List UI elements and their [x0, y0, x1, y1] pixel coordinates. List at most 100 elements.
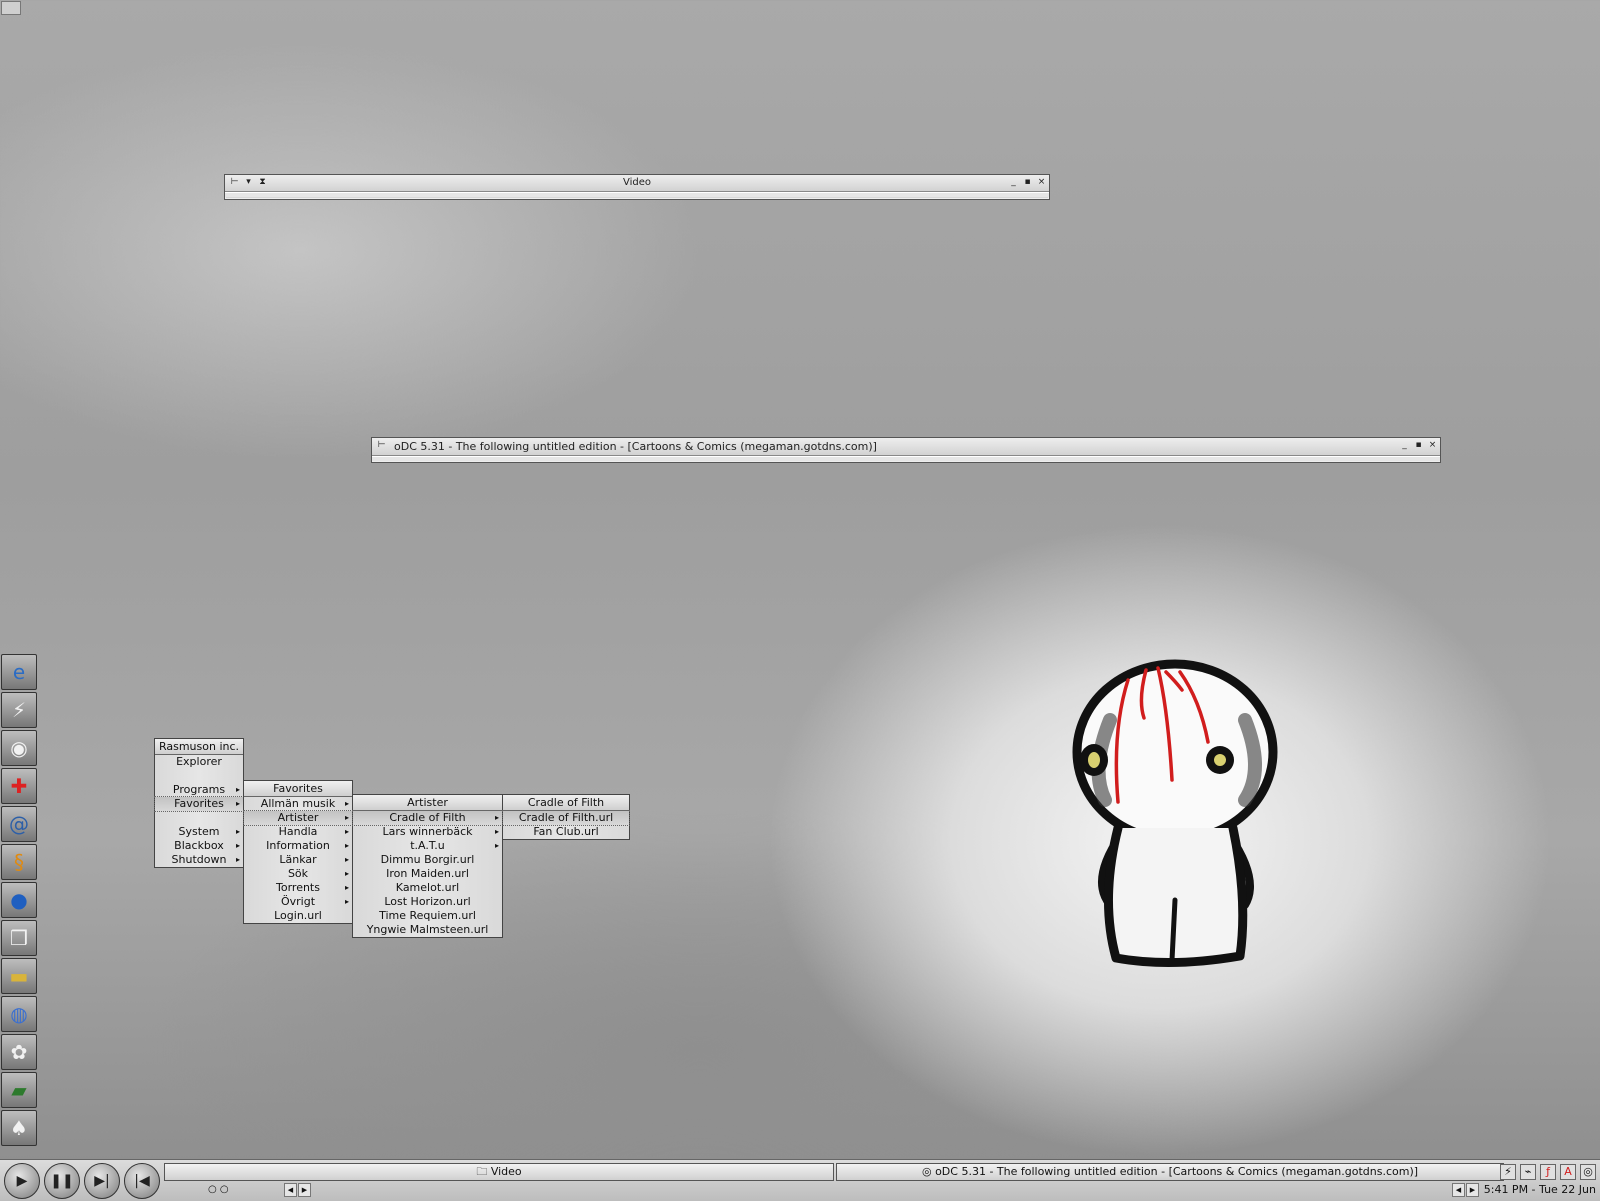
menu-item-time-requiem[interactable]: Time Requiem.url	[353, 909, 502, 923]
orange-swirl-icon[interactable]: §	[1, 844, 37, 880]
odc-titlebar[interactable]: ⊢ oDC 5.31 - The following untitled edit…	[372, 438, 1440, 456]
menu-item-handla[interactable]: Handla ▸	[244, 825, 352, 839]
workspace-indicator[interactable]: ○ ○	[208, 1183, 229, 1197]
menu-item-label: t.A.T.u	[410, 839, 445, 852]
close-icon[interactable]: ×	[1427, 440, 1438, 451]
next-track-button[interactable]: ▶|	[84, 1163, 120, 1199]
video-titlebar[interactable]: ⊢ ▾ ⧗ Video _ ▪ ×	[225, 175, 1049, 192]
cradle-of-filth-menu: Cradle of Filth Cradle of Filth.url Fan …	[502, 794, 630, 840]
resize-grip[interactable]	[372, 456, 1440, 461]
odc-app-icon: ◎	[921, 1165, 932, 1178]
resize-grip[interactable]	[225, 192, 1049, 197]
minimize-icon[interactable]: _	[1399, 440, 1410, 451]
menu-separator	[155, 811, 243, 825]
maximize-icon[interactable]: ▪	[1413, 440, 1424, 451]
menu-item-label: Länkar	[279, 853, 317, 866]
menu-item-allman-musik[interactable]: Allmän musik ▸	[244, 797, 352, 811]
close-icon[interactable]: ×	[1036, 177, 1047, 188]
menu-item-label: Shutdown	[171, 853, 227, 866]
menu-item-system[interactable]: System ▸	[155, 825, 243, 839]
maximize-icon[interactable]: ▪	[1022, 177, 1033, 188]
menu-item-torrents[interactable]: Torrents ▸	[244, 881, 352, 895]
ati-tray-icon[interactable]: A	[1560, 1164, 1576, 1180]
clock[interactable]: 5:41 PM - Tue 22 Jun	[1484, 1183, 1596, 1197]
menu-item-blackbox[interactable]: Blackbox ▸	[155, 839, 243, 853]
submenu-arrow-icon: ▸	[344, 869, 349, 878]
menu-item-lars-winnerback[interactable]: Lars winnerbäck ▸	[353, 825, 502, 839]
folder-icon: 🗀	[476, 1165, 488, 1178]
artister-menu-title: Artister	[353, 795, 502, 811]
task-odc[interactable]: ◎ oDC 5.31 - The following untitled edit…	[836, 1163, 1504, 1181]
menu-item-yngwie-malmsteen[interactable]: Yngwie Malmsteen.url	[353, 923, 502, 937]
submenu-arrow-icon: ▸	[235, 841, 240, 850]
menu-item-cradle-of-filth[interactable]: Cradle of Filth ▸	[352, 810, 503, 826]
icon-dock: e ⚡ ◉ ✚ @ § ● ❒ ▬ ◍ ✿ ▰ ♠	[0, 652, 38, 1148]
workspace-prev-icon[interactable]: ◀	[284, 1183, 297, 1197]
cradle-of-filth-menu-title: Cradle of Filth	[503, 795, 629, 811]
drive-icon[interactable]: ▬	[1, 958, 37, 994]
video-window: ⊢ ▾ ⧗ Video _ ▪ ×	[224, 174, 1050, 200]
menu-item-label: System	[178, 825, 220, 838]
menu-item-shutdown[interactable]: Shutdown ▸	[155, 853, 243, 867]
menu-item-tatu[interactable]: t.A.T.u ▸	[353, 839, 502, 853]
winamp-icon[interactable]: ⚡	[1, 692, 37, 728]
desktop-corner-button[interactable]	[1, 1, 21, 15]
menu-item-login-url[interactable]: Login.url	[244, 909, 352, 923]
submenu-arrow-icon: ▸	[344, 813, 349, 822]
task-prev-icon[interactable]: ◀	[1452, 1183, 1465, 1197]
favorites-menu: Favorites Allmän musik ▸ Artister ▸ Handla…	[243, 780, 353, 924]
menu-item-dimmu-borgir[interactable]: Dimmu Borgir.url	[353, 853, 502, 867]
green-folder-icon[interactable]: ▰	[1, 1072, 37, 1108]
minimize-icon[interactable]: _	[1008, 177, 1019, 188]
menu-item-sok[interactable]: Sök ▸	[244, 867, 352, 881]
taskbar: ▶ ❚❚ ▶| |◀ 🗀 Video ◎ oDC 5.31 - The foll…	[0, 1159, 1600, 1201]
menu-separator	[155, 769, 243, 783]
eye-icon[interactable]: ◉	[1, 730, 37, 766]
task-next-icon[interactable]: ▶	[1466, 1183, 1479, 1197]
submenu-arrow-icon: ▸	[235, 785, 240, 794]
menu-item-iron-maiden[interactable]: Iron Maiden.url	[353, 867, 502, 881]
menu-item-lost-horizon[interactable]: Lost Horizon.url	[353, 895, 502, 909]
task-video[interactable]: 🗀 Video	[164, 1163, 834, 1181]
wallpaper-creature-drawing	[1072, 659, 1278, 968]
menu-item-favorites[interactable]: Favorites ▸	[154, 796, 244, 812]
acrobat-tray-icon[interactable]: ƒ	[1540, 1164, 1556, 1180]
pause-button[interactable]: ❚❚	[44, 1163, 80, 1199]
winamp-tray-icon[interactable]: ⚡	[1500, 1164, 1516, 1180]
menu-item-ovrigt[interactable]: Övrigt ▸	[244, 895, 352, 909]
menu-item-label: Torrents	[276, 881, 320, 894]
submenu-arrow-icon: ▸	[235, 799, 240, 808]
cards-folder-icon[interactable]: ♠	[1, 1110, 37, 1146]
window-title: oDC 5.31 - The following untitled editio…	[394, 440, 877, 453]
menu-item-fan-club-url[interactable]: Fan Club.url	[503, 825, 629, 839]
menu-item-label: Favorites	[174, 797, 224, 810]
play-button[interactable]: ▶	[4, 1163, 40, 1199]
menu-item-artister[interactable]: Artister ▸	[243, 810, 353, 826]
globe-icon[interactable]: ●	[1, 882, 37, 918]
media-folder-icon[interactable]: ✿	[1, 1034, 37, 1070]
disc-tray-icon[interactable]: ◎	[1580, 1164, 1596, 1180]
window-title: Video	[622, 177, 652, 188]
system-tray: ⚡ ⌁ ƒ A ◎	[1500, 1164, 1596, 1180]
red-cross-icon[interactable]: ✚	[1, 768, 37, 804]
documents-icon[interactable]: ❒	[1, 920, 37, 956]
menu-item-explorer[interactable]: Explorer	[155, 755, 243, 769]
menu-item-programs[interactable]: Programs ▸	[155, 783, 243, 797]
pin-icon[interactable]: ⊢	[376, 440, 387, 451]
network-tray-icon[interactable]: ⌁	[1520, 1164, 1536, 1180]
menu-item-kamelot[interactable]: Kamelot.url	[353, 881, 502, 895]
odc-window: ⊢ oDC 5.31 - The following untitled edit…	[371, 437, 1441, 463]
favorites-menu-title: Favorites	[244, 781, 352, 797]
submenu-arrow-icon: ▸	[494, 813, 499, 822]
network-folder-icon[interactable]: ◍	[1, 996, 37, 1032]
menu-item-information[interactable]: Information ▸	[244, 839, 352, 853]
menu-item-label: Blackbox	[174, 839, 224, 852]
menu-item-label: Artister	[277, 811, 319, 824]
previous-track-button[interactable]: |◀	[124, 1163, 160, 1199]
menu-item-cradle-of-filth-url[interactable]: Cradle of Filth.url	[502, 810, 630, 826]
internet-explorer-icon[interactable]: e	[1, 654, 37, 690]
workspace-next-icon[interactable]: ▶	[298, 1183, 311, 1197]
blue-swirl-icon[interactable]: @	[1, 806, 37, 842]
submenu-arrow-icon: ▸	[235, 827, 240, 836]
menu-item-lankar[interactable]: Länkar ▸	[244, 853, 352, 867]
